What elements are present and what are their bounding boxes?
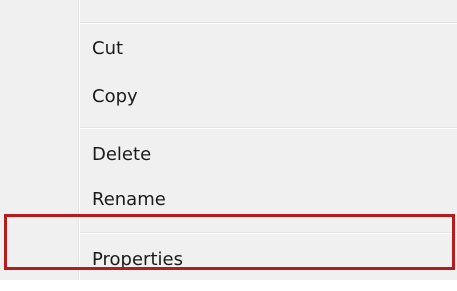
menu-item-delete[interactable]: Delete <box>92 144 151 166</box>
menu-separator <box>80 22 457 24</box>
menu-item-rename[interactable]: Rename <box>92 189 166 211</box>
menu-separator <box>80 127 457 129</box>
menu-item-cut[interactable]: Cut <box>92 38 123 60</box>
menu-item-copy[interactable]: Copy <box>92 86 138 108</box>
highlight-box <box>4 214 455 270</box>
